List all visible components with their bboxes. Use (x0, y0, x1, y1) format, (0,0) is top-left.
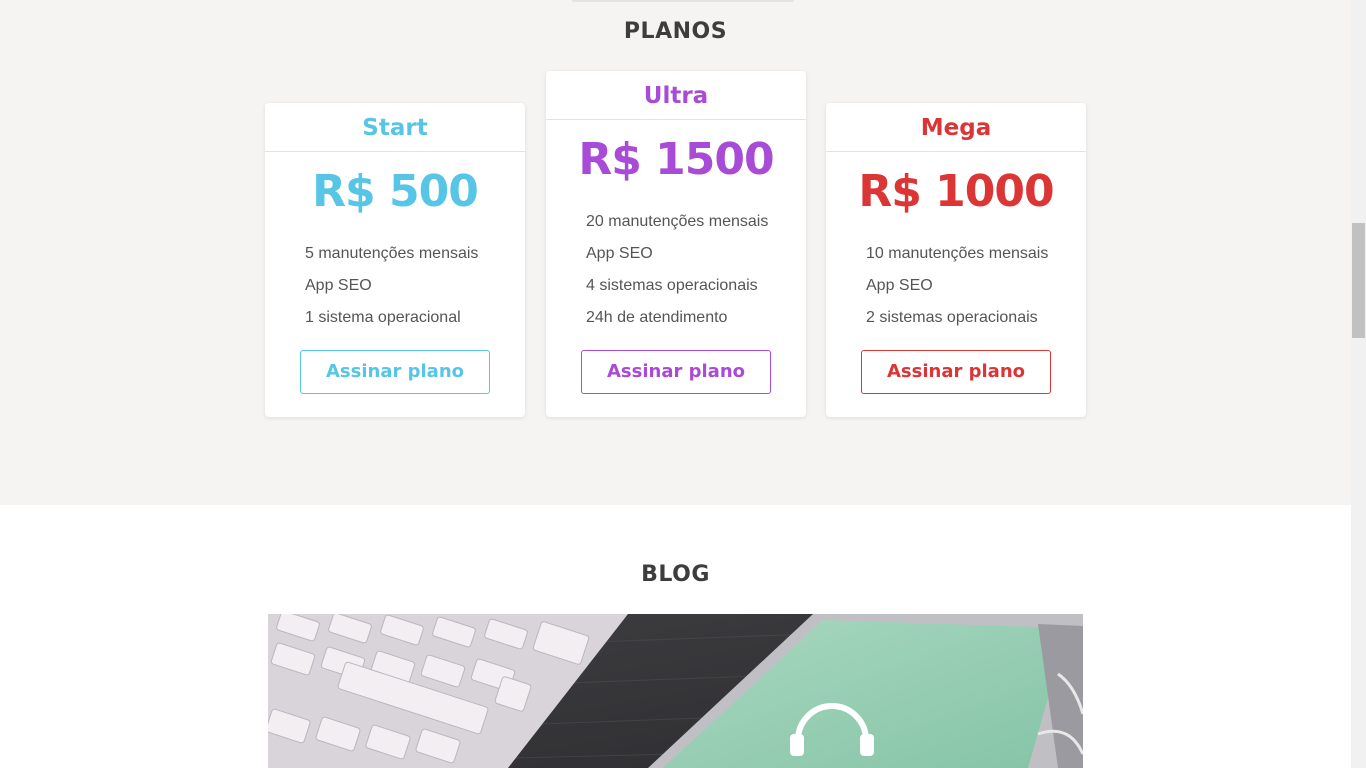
scrollbar-thumb[interactable] (1352, 223, 1365, 338)
vertical-scrollbar[interactable] (1351, 0, 1366, 768)
plan-price: R$ 1000 (858, 166, 1054, 217)
plan-price: R$ 1500 (578, 134, 774, 185)
page: PLANOS Start R$ 500 5 manutenções mensai… (0, 0, 1366, 768)
plan-feature: App SEO (305, 277, 372, 294)
plan-features: 5 manutenções mensais App SEO 1 sistema … (265, 238, 525, 334)
plan-feature: 1 sistema operacional (305, 309, 461, 326)
plan-feature: App SEO (586, 245, 653, 262)
plan-features: 20 manutenções mensais App SEO 4 sistema… (546, 206, 806, 334)
plan-feature: 4 sistemas operacionais (586, 277, 758, 294)
plan-feature: 10 manutenções mensais (866, 245, 1049, 262)
plan-feature: 20 manutenções mensais (586, 213, 769, 230)
plan-feature: 2 sistemas operacionais (866, 309, 1038, 326)
plan-feature: 5 manutenções mensais (305, 245, 479, 262)
plan-feature: App SEO (866, 277, 933, 294)
plan-price: R$ 500 (312, 166, 479, 217)
subscribe-button-mega[interactable]: Assinar plano (861, 350, 1051, 394)
blog-title: BLOG (641, 562, 710, 587)
plan-card-start: Start R$ 500 5 manutenções mensais App S… (265, 103, 525, 417)
blog-post-image[interactable] (268, 614, 1083, 768)
header-shadow (572, 0, 794, 2)
planos-title: PLANOS (623, 19, 728, 44)
subscribe-button-ultra[interactable]: Assinar plano (581, 350, 771, 394)
planos-section: PLANOS Start R$ 500 5 manutenções mensai… (0, 0, 1351, 505)
plan-name: Mega (826, 103, 1086, 152)
plan-name: Start (265, 103, 525, 152)
blog-image-art (268, 614, 1083, 768)
subscribe-button-start[interactable]: Assinar plano (300, 350, 490, 394)
plan-features: 10 manutenções mensais App SEO 2 sistema… (826, 238, 1086, 334)
plan-card-ultra: Ultra R$ 1500 20 manutenções mensais App… (546, 71, 806, 417)
plan-card-mega: Mega R$ 1000 10 manutenções mensais App … (826, 103, 1086, 417)
plan-feature: 24h de atendimento (586, 309, 728, 326)
plan-name: Ultra (546, 71, 806, 120)
